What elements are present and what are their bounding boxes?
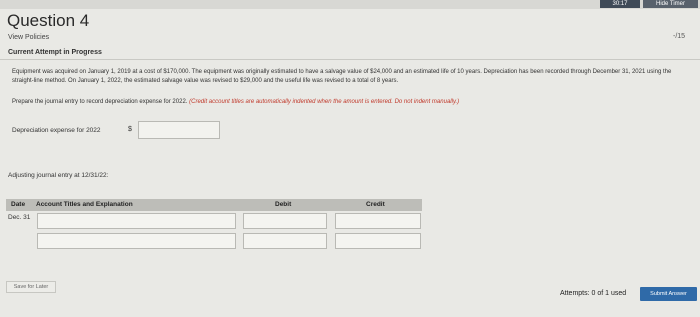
points-indicator: -/15 [673, 33, 686, 40]
column-account: Account Titles and Explanation [36, 201, 133, 208]
view-policies-link[interactable]: View Policies [8, 34, 49, 41]
attempt-status: Current Attempt in Progress [8, 49, 102, 56]
account-title-input[interactable] [37, 233, 236, 249]
account-title-input[interactable] [37, 213, 236, 229]
attempts-counter: Attempts: 0 of 1 used [560, 290, 627, 297]
debit-input[interactable] [243, 213, 327, 229]
question-title: Question 4 [7, 11, 90, 30]
instruction-note: (Credit account titles are automatically… [189, 99, 460, 105]
top-bar [0, 0, 700, 9]
credit-input[interactable] [335, 233, 421, 249]
question-description: Equipment was acquired on January 1, 201… [12, 69, 672, 84]
column-date: Date [11, 201, 26, 208]
depreciation-label: Depreciation expense for 2022 [12, 127, 101, 134]
currency-symbol: $ [128, 126, 132, 133]
instruction-text: Prepare the journal entry to record depr… [12, 99, 188, 105]
journal-entry-label: Adjusting journal entry at 12/31/22: [8, 172, 109, 179]
question-instruction: Prepare the journal entry to record depr… [12, 99, 459, 105]
debit-input[interactable] [243, 233, 327, 249]
column-debit: Debit [275, 201, 292, 208]
credit-input[interactable] [335, 213, 421, 229]
column-credit: Credit [366, 201, 385, 208]
divider [0, 59, 700, 60]
row-date: Dec. 31 [8, 214, 31, 221]
submit-answer-button[interactable]: Submit Answer [640, 287, 697, 301]
depreciation-input[interactable] [138, 121, 220, 139]
timer: 30:17 [600, 0, 640, 8]
journal-table-header: Date Account Titles and Explanation Debi… [6, 199, 422, 211]
hide-timer-button[interactable]: Hide Timer [643, 0, 698, 8]
save-for-later-button[interactable]: Save for Later [6, 281, 56, 293]
